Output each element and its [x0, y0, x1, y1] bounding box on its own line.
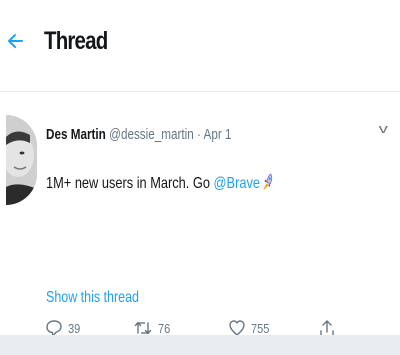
tweet-text: 1M+ new users in March. Go @Brave	[46, 173, 274, 196]
retweet-count: 76	[158, 320, 171, 336]
avatar[interactable]	[6, 115, 37, 205]
reply-count: 39	[68, 320, 81, 336]
meta-separator: ·	[193, 126, 204, 143]
chevron-down-icon[interactable]: v	[379, 121, 388, 136]
tweet-date[interactable]: Apr 1	[204, 126, 232, 143]
author-handle[interactable]: @dessie_martin	[109, 126, 194, 143]
show-thread-link[interactable]: Show this thread	[46, 289, 139, 307]
like-count: 755	[251, 320, 270, 336]
tweet-text-main: 1M+ new users in March. Go	[46, 175, 214, 192]
thread-header: Thread	[0, 0, 400, 92]
rocket-icon	[263, 173, 274, 196]
page-title: Thread	[44, 27, 108, 55]
back-button[interactable]	[4, 26, 28, 56]
author-name[interactable]: Des Martin	[46, 126, 106, 143]
arrow-left-icon	[8, 34, 23, 48]
tweet-meta: Des Martin @dessie_martin · Apr 1	[46, 126, 232, 143]
section-divider	[0, 335, 400, 355]
mention-link[interactable]: @Brave	[214, 175, 260, 192]
